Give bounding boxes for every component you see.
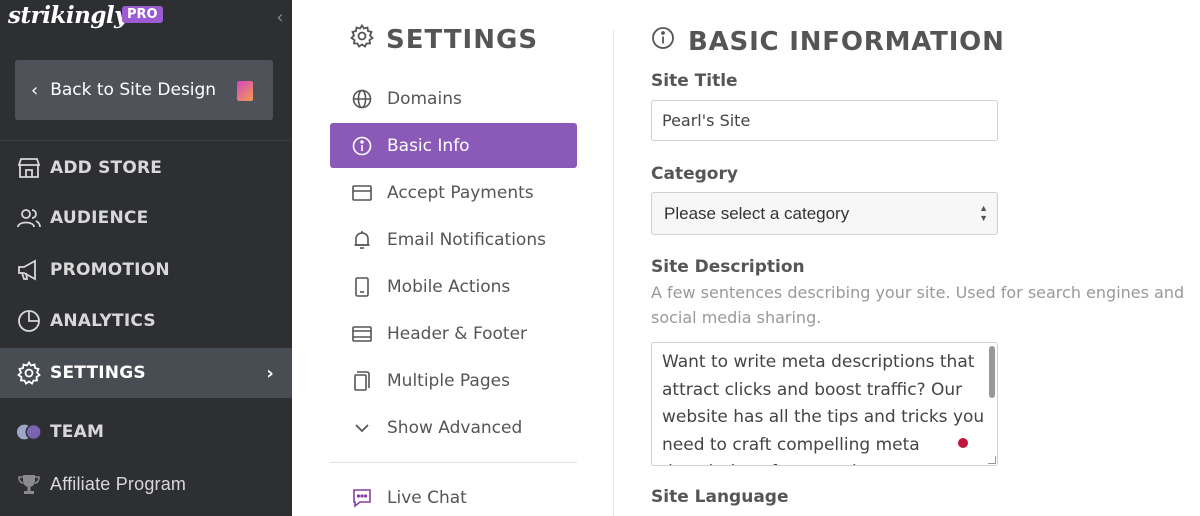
- site-description-text: Want to write meta descriptions that att…: [662, 352, 985, 465]
- settings-heading: SETTINGS: [350, 23, 539, 55]
- sidebar-item-label: Affiliate Program: [50, 473, 187, 494]
- settings-item-label: Basic Info: [387, 135, 470, 156]
- site-title-label: Site Title: [651, 71, 738, 91]
- settings-item-header-footer[interactable]: Header & Footer: [330, 311, 577, 356]
- sidebar-item-label: ANALYTICS: [50, 311, 156, 331]
- site-description-textarea[interactable]: Want to write meta descriptions that att…: [651, 342, 998, 466]
- info-icon: [651, 26, 675, 57]
- sidebar-item-label: SETTINGS: [50, 363, 146, 383]
- sidebar-item-analytics[interactable]: ANALYTICS: [0, 296, 292, 346]
- sidebar-item-promotion[interactable]: PROMOTION: [0, 245, 292, 295]
- sidebar-item-affiliate-program[interactable]: Affiliate Program: [0, 459, 292, 509]
- globe-icon: [351, 88, 373, 110]
- site-language-label: Site Language: [651, 487, 789, 507]
- chevron-left-icon: ‹: [31, 79, 39, 101]
- sidebar-item-label: PROMOTION: [50, 260, 170, 280]
- sidebar-item-add-store[interactable]: ADD STORE: [0, 143, 292, 193]
- chevron-left-icon[interactable]: ‹: [272, 8, 288, 28]
- pages-icon: [351, 370, 373, 392]
- notification-dot: [958, 438, 968, 448]
- site-description-label: Site Description: [651, 257, 805, 277]
- select-arrows-icon: ▲ ▼: [979, 203, 988, 223]
- sidebar-item-settings[interactable]: SETTINGS ›: [0, 348, 292, 398]
- category-select-value: Please select a category: [664, 203, 850, 223]
- settings-item-email-notifications[interactable]: Email Notifications: [330, 217, 577, 262]
- settings-item-label: Email Notifications: [387, 229, 546, 250]
- back-to-site-design-button[interactable]: ‹ Back to Site Design: [15, 60, 273, 120]
- bell-icon: [351, 229, 373, 251]
- form-title: BASIC INFORMATION: [688, 26, 1005, 57]
- users-icon: [16, 205, 42, 231]
- resize-handle-icon[interactable]: [988, 456, 996, 464]
- basic-information-form: BASIC INFORMATION Site Title Category Pl…: [651, 0, 1200, 516]
- form-heading: BASIC INFORMATION: [651, 26, 1005, 57]
- sidebar-item-team[interactable]: TEAM: [0, 407, 292, 457]
- settings-item-label: Header & Footer: [387, 323, 528, 344]
- chat-icon: [351, 487, 373, 509]
- settings-title: SETTINGS: [386, 24, 539, 55]
- category-select[interactable]: Please select a category ▲ ▼: [651, 192, 998, 235]
- sidebar-divider: [0, 140, 292, 141]
- settings-item-mobile-actions[interactable]: Mobile Actions: [330, 264, 577, 309]
- column-divider: [613, 30, 614, 516]
- gear-icon: [16, 360, 42, 386]
- credit-card-icon: [351, 182, 373, 204]
- layout-icon: [351, 323, 373, 345]
- sidebar-item-label: ADD STORE: [50, 158, 163, 178]
- pie-chart-icon: [16, 308, 42, 334]
- site-title-input[interactable]: [651, 100, 998, 141]
- app-sidebar: strikingly PRO ‹ ‹ Back to Site Design A…: [0, 0, 292, 516]
- settings-item-label: Show Advanced: [387, 417, 523, 438]
- back-button-label: Back to Site Design: [50, 80, 217, 100]
- settings-item-label: Multiple Pages: [387, 370, 510, 391]
- settings-menu: SETTINGS Domains Basic Info Accept Payme…: [330, 0, 578, 516]
- settings-item-label: Domains: [387, 88, 462, 109]
- info-icon: [351, 135, 373, 157]
- chevron-down-icon: [351, 417, 373, 439]
- settings-item-show-advanced[interactable]: Show Advanced: [330, 405, 577, 450]
- store-icon: [16, 155, 42, 181]
- sidebar-item-label: AUDIENCE: [50, 208, 149, 228]
- mobile-icon: [351, 276, 373, 298]
- settings-item-basic-info[interactable]: Basic Info: [330, 123, 577, 168]
- team-avatars-icon: [16, 419, 42, 445]
- document-icon: [237, 81, 253, 101]
- settings-item-live-chat[interactable]: Live Chat: [330, 475, 577, 516]
- category-label: Category: [651, 164, 738, 184]
- gear-icon: [350, 23, 374, 55]
- sidebar-item-label: TEAM: [50, 422, 105, 442]
- textarea-scrollbar[interactable]: [989, 346, 995, 398]
- brand-logo[interactable]: strikingly: [8, 2, 128, 29]
- site-description-hint: A few sentences describing your site. Us…: [651, 283, 1185, 327]
- settings-item-label: Mobile Actions: [387, 276, 511, 297]
- settings-item-multiple-pages[interactable]: Multiple Pages: [330, 358, 577, 403]
- settings-item-domains[interactable]: Domains: [330, 76, 577, 121]
- pro-badge: PRO: [122, 6, 163, 23]
- settings-item-accept-payments[interactable]: Accept Payments: [330, 170, 577, 215]
- settings-item-label: Accept Payments: [387, 182, 534, 203]
- settings-item-label: Live Chat: [387, 487, 467, 508]
- chevron-right-icon: ›: [266, 362, 274, 384]
- settings-divider: [330, 462, 577, 463]
- megaphone-icon: [16, 257, 42, 283]
- trophy-icon: [16, 471, 42, 497]
- sidebar-item-audience[interactable]: AUDIENCE: [0, 193, 292, 243]
